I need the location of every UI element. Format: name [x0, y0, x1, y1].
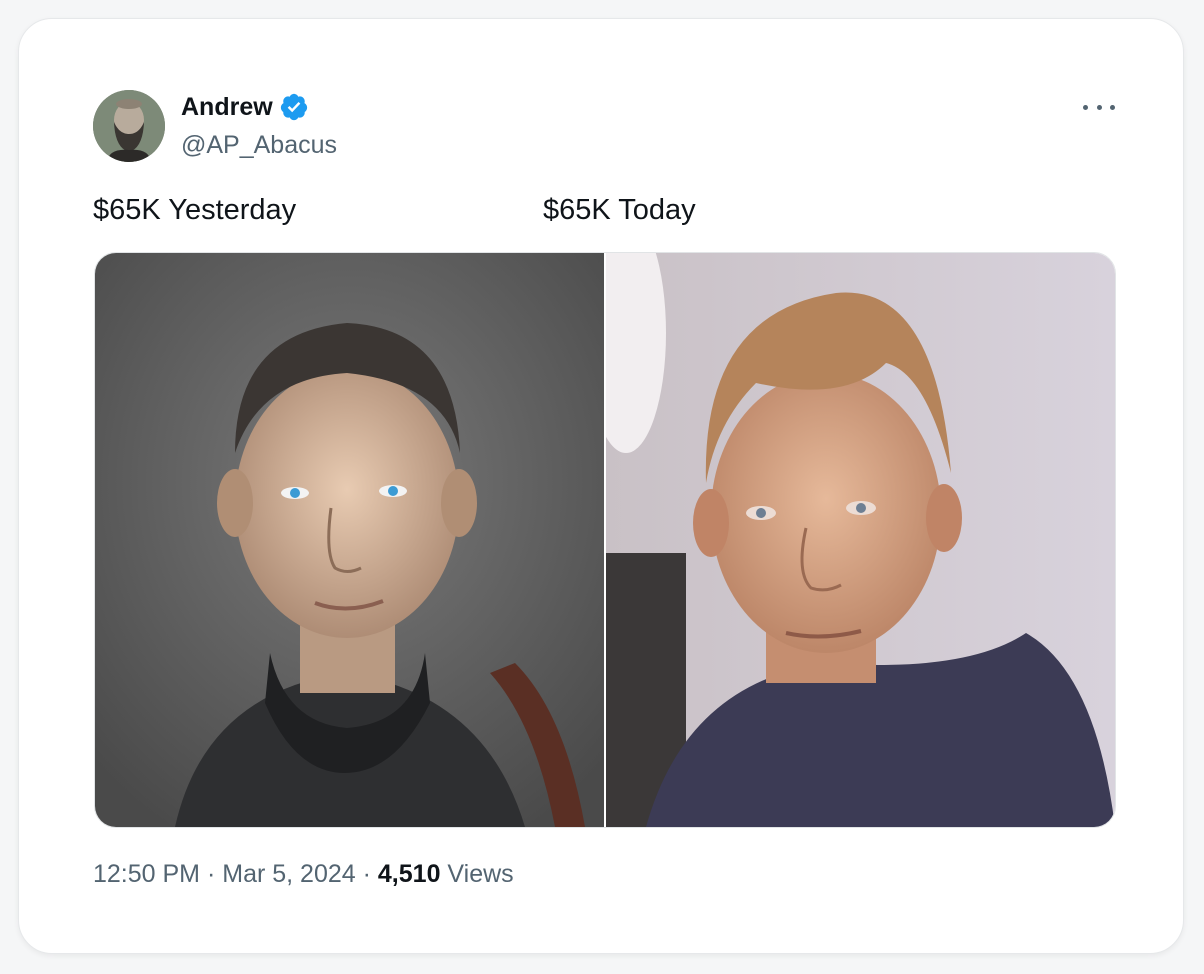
tweet-card: Andrew @AP_Abacus $65K Yesterday $65K To…: [18, 18, 1184, 954]
views-label: Views: [447, 860, 514, 888]
caption-right: $65K Today: [543, 194, 696, 226]
caption-left: $65K Yesterday: [93, 194, 297, 226]
more-dot: [1096, 104, 1102, 110]
author-name-row[interactable]: Andrew: [181, 92, 309, 122]
more-dot: [1110, 104, 1115, 110]
more-options-icon[interactable]: [1083, 97, 1115, 117]
media-grid[interactable]: [94, 252, 1116, 828]
verified-badge-icon: [280, 93, 307, 121]
meta-separator: ·: [362, 860, 371, 888]
post-time[interactable]: 12:50 PM: [93, 860, 200, 888]
photo-today[interactable]: [606, 253, 1115, 827]
avatar[interactable]: [93, 90, 165, 162]
post-meta: 12:50 PM · Mar 5, 2024 · 4,510 Views: [93, 857, 514, 891]
photo-yesterday[interactable]: [95, 253, 604, 827]
meta-separator: ·: [206, 860, 216, 888]
author-name[interactable]: Andrew: [181, 92, 273, 122]
author-handle[interactable]: @AP_Abacus: [181, 130, 337, 160]
views-count: 4,510: [377, 860, 441, 888]
more-dot: [1083, 104, 1088, 110]
post-date[interactable]: Mar 5, 2024: [222, 860, 355, 888]
